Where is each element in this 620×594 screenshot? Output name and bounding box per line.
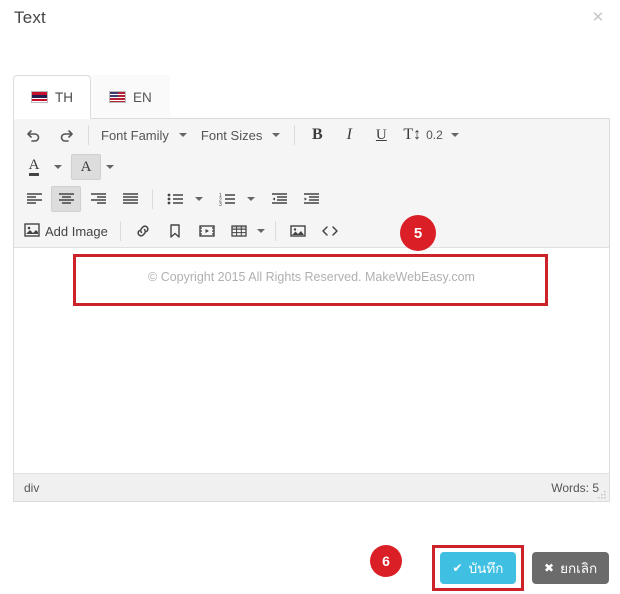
toolbar-separator xyxy=(119,221,121,241)
toolbar-separator xyxy=(274,221,276,241)
editor-toolbar: Font Family Font Sizes B I U T↕ 0.2 A A xyxy=(14,119,609,248)
indent-icon[interactable] xyxy=(296,186,326,212)
toolbar-row-1: Font Family Font Sizes B I U T↕ 0.2 xyxy=(14,119,609,151)
numbered-list-icon[interactable]: 123 xyxy=(212,186,242,212)
cancel-button[interactable]: ✖ ยกเลิก xyxy=(532,552,610,584)
save-button-label: บันทึก xyxy=(468,561,504,576)
toolbar-separator xyxy=(152,189,153,209)
undo-icon[interactable] xyxy=(19,122,49,148)
toolbar-row-3: 123 xyxy=(14,183,609,215)
word-count: Words: 5 xyxy=(551,480,599,495)
svg-text:3: 3 xyxy=(219,202,222,206)
language-tabs: TH EN xyxy=(13,75,610,119)
line-height-icon: T↕ xyxy=(403,126,422,143)
add-image-label: Add Image xyxy=(45,223,108,239)
font-family-chevron-down-icon[interactable] xyxy=(178,133,187,137)
italic-button[interactable]: I xyxy=(334,122,364,148)
rich-text-editor: Font Family Font Sizes B I U T↕ 0.2 A A xyxy=(13,118,610,502)
tab-en-label: EN xyxy=(133,89,152,105)
text-color-icon[interactable]: A xyxy=(19,154,49,180)
save-button[interactable]: ✔ บันทึก xyxy=(439,552,517,584)
element-path[interactable]: div xyxy=(24,481,39,495)
bold-button[interactable]: B xyxy=(302,122,332,148)
editor-status-bar: div Words: 5 xyxy=(14,473,609,501)
align-right-icon[interactable] xyxy=(83,186,113,212)
bullet-list-icon[interactable] xyxy=(160,186,190,212)
line-height-value: 0.2 xyxy=(426,128,443,142)
editor-content-area[interactable]: © Copyright 2015 All Rights Reserved. Ma… xyxy=(14,248,609,493)
link-icon[interactable] xyxy=(128,218,158,244)
background-color-chevron-down-icon[interactable] xyxy=(106,165,114,169)
outdent-icon[interactable] xyxy=(264,186,294,212)
code-icon[interactable] xyxy=(315,218,345,244)
align-justify-icon[interactable] xyxy=(115,186,145,212)
media-icon[interactable] xyxy=(192,218,222,244)
close-icon[interactable]: ✕ xyxy=(588,8,608,28)
line-height-chevron-down-icon[interactable] xyxy=(450,133,459,137)
check-icon: ✔ xyxy=(452,561,463,575)
cancel-button-label: ยกเลิก xyxy=(560,561,598,576)
add-image-button[interactable]: Add Image xyxy=(18,222,114,241)
font-sizes-chevron-down-icon[interactable] xyxy=(272,133,281,137)
font-sizes-select[interactable]: Font Sizes xyxy=(195,128,268,143)
image-icon[interactable] xyxy=(283,218,313,244)
redo-icon[interactable] xyxy=(51,122,81,148)
page-title: Text xyxy=(14,8,46,27)
resize-grip-icon[interactable] xyxy=(597,490,607,500)
add-image-icon xyxy=(24,222,40,241)
tab-th[interactable]: TH xyxy=(13,75,91,119)
text-color-chevron-down-icon[interactable] xyxy=(54,165,62,169)
background-color-icon[interactable]: A xyxy=(71,154,101,180)
usa-flag-icon xyxy=(109,91,126,103)
x-icon: ✖ xyxy=(544,561,555,575)
numbered-list-chevron-down-icon[interactable] xyxy=(247,197,255,201)
bullet-list-chevron-down-icon[interactable] xyxy=(195,197,203,201)
bookmark-icon[interactable] xyxy=(160,218,190,244)
toolbar-row-4: Add Image xyxy=(14,215,609,247)
editor-body-text[interactable]: © Copyright 2015 All Rights Reserved. Ma… xyxy=(14,270,609,284)
highlight-box-save: ✔ บันทึก xyxy=(432,545,524,591)
step-badge-5: 5 xyxy=(400,215,436,251)
table-chevron-down-icon[interactable] xyxy=(256,229,265,233)
line-height-button[interactable]: T↕ 0.2 xyxy=(397,126,448,144)
tab-en[interactable]: EN xyxy=(91,75,170,119)
table-icon[interactable] xyxy=(224,218,254,244)
font-family-select[interactable]: Font Family xyxy=(95,128,175,143)
toolbar-row-2: A A xyxy=(14,151,609,183)
underline-button[interactable]: U xyxy=(366,122,396,148)
toolbar-separator xyxy=(88,125,89,145)
modal-footer: ✔ บันทึก ✖ ยกเลิก xyxy=(0,534,620,594)
modal-header: Text ✕ xyxy=(0,0,620,56)
toolbar-separator xyxy=(294,125,296,145)
thailand-flag-icon xyxy=(31,91,48,103)
tab-th-label: TH xyxy=(55,89,73,105)
align-center-icon[interactable] xyxy=(51,186,81,212)
align-left-icon[interactable] xyxy=(19,186,49,212)
